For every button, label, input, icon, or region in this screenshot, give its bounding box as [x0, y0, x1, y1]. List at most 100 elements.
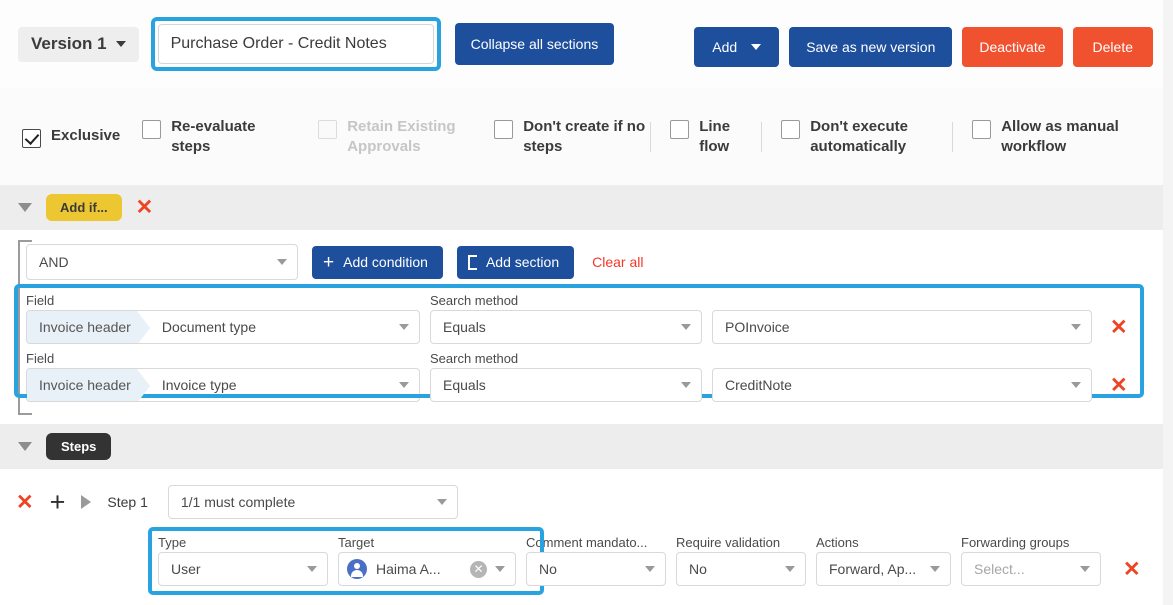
forwarding-groups-value: Select...	[974, 561, 1072, 577]
chevron-down-icon	[116, 41, 126, 47]
condition-row: Field Invoice header Document type Searc…	[26, 288, 1163, 344]
step-type-select[interactable]: User	[158, 552, 328, 586]
field-select[interactable]: Invoice header Invoice type	[26, 368, 420, 402]
checkbox-exclusive[interactable]	[22, 129, 41, 148]
steps-section-body: ✕ + Step 1 1/1 must complete Type User	[0, 469, 1163, 595]
option-label: Exclusive	[51, 126, 120, 145]
checkbox-line-flow[interactable]	[670, 120, 689, 139]
chevron-down-icon	[495, 566, 505, 572]
user-avatar-icon	[347, 559, 367, 579]
collapse-all-sections-button[interactable]: Collapse all sections	[455, 23, 615, 65]
add-if-badge[interactable]: Add if...	[46, 194, 122, 221]
checkbox-re-evaluate-steps[interactable]	[142, 120, 161, 139]
step-fields-wrapper: Type User Target Haima A... ✕	[0, 527, 1163, 586]
target-label: Target	[338, 535, 516, 550]
version-label: Version 1	[31, 34, 107, 54]
condition-value-select[interactable]: POInvoice	[712, 310, 1092, 344]
save-as-new-version-button[interactable]: Save as new version	[789, 27, 952, 67]
right-gutter	[1163, 0, 1173, 605]
add-section-button[interactable]: Add section	[457, 246, 574, 279]
field-prefix-label: Invoice header	[27, 311, 137, 343]
require-validation-value: No	[689, 561, 777, 577]
chevron-down-icon	[645, 566, 655, 572]
step-fields-row: Type User Target Haima A... ✕	[148, 527, 1163, 586]
condition-value-group: POInvoice	[712, 310, 1092, 344]
require-validation-select[interactable]: No	[676, 552, 806, 586]
search-method-select[interactable]: Equals	[430, 310, 702, 344]
step-completion-value: 1/1 must complete	[181, 494, 429, 510]
field-select[interactable]: Invoice header Document type	[26, 310, 420, 344]
remove-condition-section-icon[interactable]: ✕	[136, 197, 154, 218]
actions-value: Forward, Ap...	[829, 561, 922, 577]
step-target-group: Target Haima A... ✕	[338, 535, 516, 586]
condition-value: POInvoice	[725, 319, 1063, 335]
require-validation-label: Require validation	[676, 535, 806, 550]
chevron-down-icon	[751, 44, 761, 50]
add-condition-button[interactable]: + Add condition	[312, 246, 443, 279]
condition-rows: Field Invoice header Document type Searc…	[0, 280, 1163, 402]
chevron-down-icon	[437, 499, 447, 505]
checkbox-dont-execute-automatically[interactable]	[781, 120, 800, 139]
option-label: Don't execute automatically	[810, 117, 950, 155]
comment-mandatory-label: Comment mandato...	[526, 535, 666, 550]
version-selector[interactable]: Version 1	[18, 27, 139, 62]
option-label: Allow as manual workflow	[1001, 117, 1141, 155]
option-dont-create-if-no-steps[interactable]: Don't create if no steps	[472, 117, 648, 155]
logical-operator-select[interactable]: AND	[26, 244, 298, 280]
condition-toolbar: AND + Add condition Add section Clear al…	[0, 244, 1163, 280]
collapse-triangle-icon[interactable]	[18, 203, 32, 212]
checkbox-dont-create-if-no-steps[interactable]	[494, 120, 513, 139]
steps-section-header: Steps	[0, 424, 1163, 469]
remove-step-row-icon[interactable]: ✕	[1123, 559, 1141, 580]
add-step-icon[interactable]: +	[50, 489, 66, 516]
option-allow-as-manual-workflow[interactable]: Allow as manual workflow	[950, 117, 1141, 155]
deactivate-button[interactable]: Deactivate	[962, 27, 1062, 67]
actions-select[interactable]: Forward, Ap...	[816, 552, 951, 586]
forwarding-groups-group: Forwarding groups Select...	[961, 535, 1101, 586]
toolbar-action-group: Add Save as new version Deactivate Delet…	[694, 27, 1153, 67]
add-button[interactable]: Add	[694, 27, 779, 67]
actions-group: Actions Forward, Ap...	[816, 535, 951, 586]
option-line-flow[interactable]: Line flow	[648, 117, 759, 155]
step-type-group: Type User	[158, 535, 328, 586]
workflow-editor-page: Version 1 Collapse all sections Add Save…	[0, 0, 1173, 605]
remove-condition-row-icon[interactable]: ✕	[1110, 317, 1128, 338]
option-exclusive[interactable]: Exclusive	[0, 126, 120, 148]
search-method-value: Equals	[443, 377, 673, 393]
step-target-select[interactable]: Haima A... ✕	[338, 552, 516, 586]
condition-value-select[interactable]: CreditNote	[712, 368, 1092, 402]
clear-target-icon[interactable]: ✕	[470, 561, 487, 578]
workflow-name-input[interactable]	[158, 24, 434, 64]
collapse-triangle-icon[interactable]	[18, 442, 32, 451]
remove-step-icon[interactable]: ✕	[16, 492, 34, 513]
steps-badge[interactable]: Steps	[46, 433, 111, 460]
option-re-evaluate-steps[interactable]: Re-evaluate steps	[120, 117, 296, 155]
chevron-down-icon	[681, 324, 691, 330]
clear-all-link[interactable]: Clear all	[592, 254, 643, 270]
search-method-label: Search method	[430, 293, 702, 308]
comment-mandatory-select[interactable]: No	[526, 552, 666, 586]
remove-condition-row-icon[interactable]: ✕	[1110, 375, 1128, 396]
search-method-select[interactable]: Equals	[430, 368, 702, 402]
field-label: Field	[26, 293, 420, 308]
bracket-icon	[468, 255, 477, 270]
option-label: Line flow	[699, 117, 759, 155]
type-label: Type	[158, 535, 328, 550]
delete-button[interactable]: Delete	[1073, 27, 1153, 67]
condition-section-header: Add if... ✕	[0, 185, 1163, 230]
checkbox-allow-as-manual-workflow[interactable]	[972, 120, 991, 139]
option-dont-execute-automatically[interactable]: Don't execute automatically	[759, 117, 950, 155]
option-label: Retain Existing Approvals	[347, 117, 472, 155]
option-label: Re-evaluate steps	[171, 117, 296, 155]
option-retain-existing-approvals: Retain Existing Approvals	[296, 117, 472, 155]
field-group: Field Invoice header Invoice type	[26, 351, 420, 402]
chevron-down-icon	[785, 566, 795, 572]
expand-step-triangle-icon[interactable]	[81, 495, 91, 509]
chevron-down-icon	[1071, 382, 1081, 388]
step-completion-select[interactable]: 1/1 must complete	[168, 485, 458, 519]
forwarding-groups-select[interactable]: Select...	[961, 552, 1101, 586]
chevron-down-icon	[399, 382, 409, 388]
condition-value-group: CreditNote	[712, 368, 1092, 402]
actions-label: Actions	[816, 535, 951, 550]
step-type-value: User	[171, 561, 299, 577]
